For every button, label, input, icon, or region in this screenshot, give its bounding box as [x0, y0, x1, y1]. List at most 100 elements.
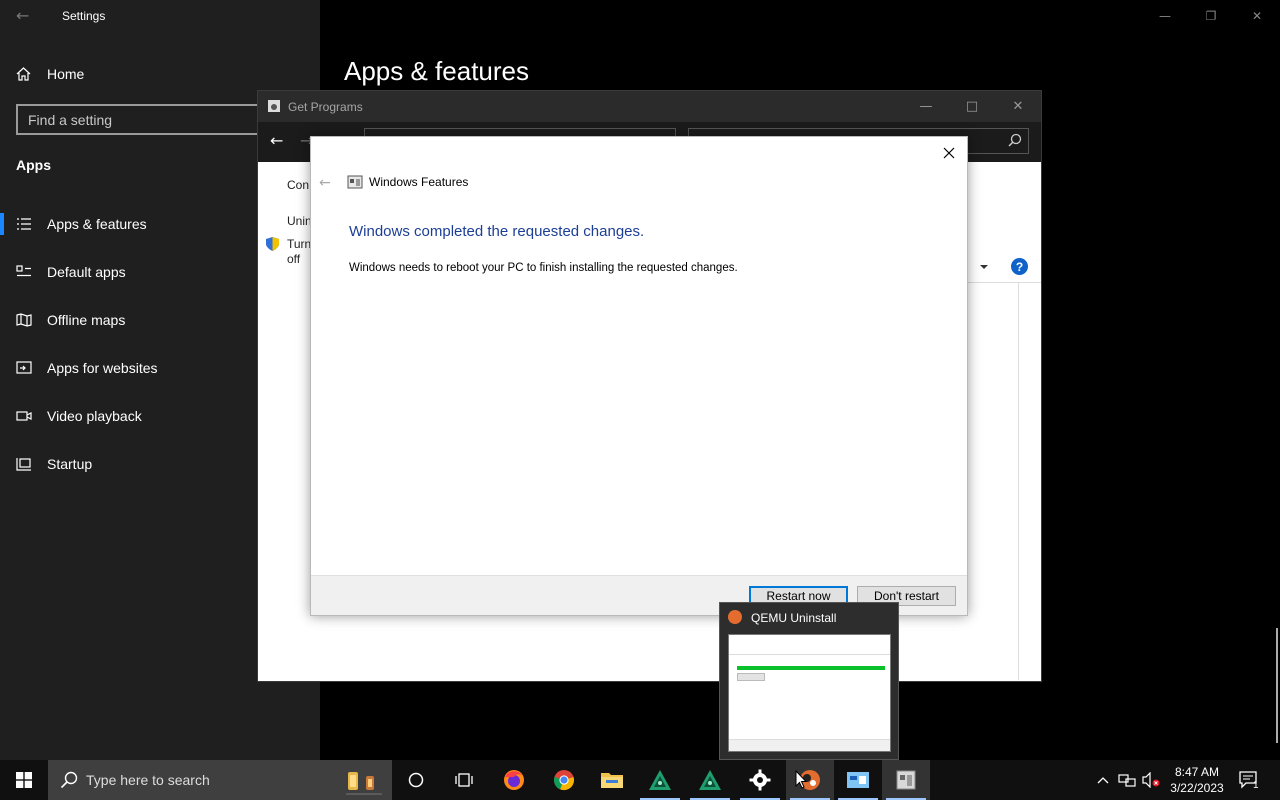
startup-icon — [16, 456, 32, 472]
video-icon — [16, 408, 32, 424]
get-programs-controls: — □ ✕ — [903, 91, 1041, 122]
page-title: Apps & features — [344, 56, 529, 86]
thumbnail-title: QEMU Uninstall — [751, 611, 837, 625]
settings-window-title: Settings — [62, 9, 106, 23]
windows-features-title: Windows Features — [369, 175, 469, 189]
progress-bar — [737, 666, 885, 670]
thumbnail-footer — [729, 739, 890, 751]
taskbar-app-1[interactable] — [636, 760, 684, 800]
map-icon — [16, 312, 32, 328]
nav-item-label: Apps for websites — [47, 360, 158, 376]
chevron-up-icon — [1097, 777, 1109, 784]
green-triangle-app-icon — [649, 770, 671, 790]
turn-features-link-cont[interactable]: off — [287, 252, 311, 266]
chrome-icon — [553, 770, 575, 791]
nav-item-label: Startup — [47, 456, 93, 472]
green-triangle-app-icon — [699, 770, 721, 790]
action-center-button[interactable]: 1 — [1234, 760, 1264, 800]
settings-search-input[interactable] — [18, 106, 264, 133]
task-view-button[interactable] — [440, 760, 488, 800]
windows-features-icon — [347, 175, 363, 189]
uninstall-link[interactable]: Unin — [287, 214, 311, 228]
cortana-button[interactable] — [392, 760, 440, 800]
taskbar-thumbnail-preview[interactable]: QEMU Uninstall — [719, 602, 899, 760]
volume-tray[interactable] — [1140, 760, 1162, 800]
section-title: Apps — [16, 157, 51, 173]
uac-shield-icon — [266, 237, 279, 251]
nav-item-label: Offline maps — [47, 312, 126, 328]
folder-icon — [601, 773, 623, 788]
default-apps-icon — [16, 264, 32, 280]
clock-time: 8:47 AM — [1174, 765, 1220, 779]
gear-icon — [749, 769, 771, 791]
taskbar: 8:47 AM 3/22/2023 1 — [0, 760, 1280, 800]
reboot-message: Windows needs to reboot your PC to finis… — [349, 262, 738, 274]
task-view-icon — [455, 773, 473, 787]
get-programs-titlebar: Get Programs — □ ✕ — [258, 91, 1041, 122]
nav-item-label: Video playback — [47, 408, 142, 424]
get-programs-title: Get Programs — [288, 100, 363, 114]
taskbar-settings[interactable] — [736, 760, 784, 800]
search-icon — [60, 771, 78, 789]
list-icon — [16, 216, 32, 232]
start-button[interactable] — [0, 760, 48, 800]
thumbnail-button — [737, 673, 765, 681]
taskbar-qemu[interactable] — [786, 760, 834, 800]
back-arrow-icon[interactable]: ← — [270, 131, 283, 150]
restore-icon[interactable]: ❐ — [1188, 0, 1234, 32]
windows-logo-icon — [16, 772, 32, 788]
cortana-icon — [408, 772, 424, 788]
thumbnail-image — [728, 634, 891, 752]
nav-home[interactable]: Home — [16, 62, 84, 86]
scrollbar[interactable] — [1276, 628, 1278, 743]
windows-features-dialog: ← Windows Features Windows completed the… — [310, 136, 968, 616]
taskbar-search-box[interactable] — [48, 760, 392, 800]
taskbar-search-input[interactable] — [86, 768, 326, 792]
show-hidden-icons[interactable] — [1092, 760, 1114, 800]
thumbnail-header — [729, 635, 890, 655]
close-icon[interactable]: ✕ — [1234, 0, 1280, 32]
divider — [958, 282, 1041, 283]
taskbar-clock[interactable]: 8:47 AM 3/22/2023 — [1164, 764, 1230, 796]
close-icon[interactable] — [939, 143, 959, 163]
taskbar-firefox[interactable] — [490, 760, 538, 800]
maximize-icon[interactable]: □ — [949, 91, 995, 122]
completion-heading: Windows completed the requested changes. — [349, 223, 645, 240]
back-arrow-icon[interactable]: ← — [16, 6, 29, 25]
search-icon — [1008, 133, 1022, 147]
clock-date: 3/22/2023 — [1170, 781, 1224, 795]
windows-features-icon — [896, 770, 916, 790]
minimize-icon[interactable]: — — [1142, 0, 1188, 32]
nav-item-label: Default apps — [47, 264, 126, 280]
divider — [1018, 283, 1019, 680]
firefox-icon — [504, 770, 524, 790]
back-arrow-icon[interactable]: ← — [319, 175, 331, 191]
taskbar-app-2[interactable] — [686, 760, 734, 800]
volume-muted-icon — [1142, 772, 1160, 788]
close-icon[interactable]: ✕ — [995, 91, 1041, 122]
home-icon — [16, 67, 32, 81]
control-panel-icon — [847, 772, 869, 788]
qemu-icon — [728, 610, 742, 624]
mouse-cursor-icon — [795, 770, 807, 789]
taskbar-file-explorer[interactable] — [588, 760, 636, 800]
website-icon — [16, 360, 32, 376]
desktop: ← Settings Home Apps Apps & features — [0, 0, 1280, 800]
nav-item-label: Apps & features — [47, 216, 147, 232]
settings-titlebar: ← Settings — [0, 0, 320, 32]
control-panel-icon — [268, 100, 280, 112]
taskbar-windows-features[interactable] — [882, 760, 930, 800]
control-panel-link[interactable]: Con — [287, 178, 311, 192]
network-icon — [1118, 774, 1136, 787]
settings-window-controls: — ❐ ✕ — [1142, 0, 1280, 32]
turn-features-link[interactable]: Turn — [287, 237, 311, 251]
taskbar-chrome[interactable] — [540, 760, 588, 800]
lantern-decoration-icon — [346, 772, 382, 795]
minimize-icon[interactable]: — — [903, 91, 949, 122]
nav-home-label: Home — [47, 66, 85, 82]
settings-search-box[interactable] — [16, 104, 266, 135]
taskbar-control-panel[interactable] — [834, 760, 882, 800]
network-tray[interactable] — [1116, 760, 1138, 800]
help-icon[interactable]: ? — [1011, 258, 1028, 275]
notification-count: 1 — [1253, 780, 1259, 791]
